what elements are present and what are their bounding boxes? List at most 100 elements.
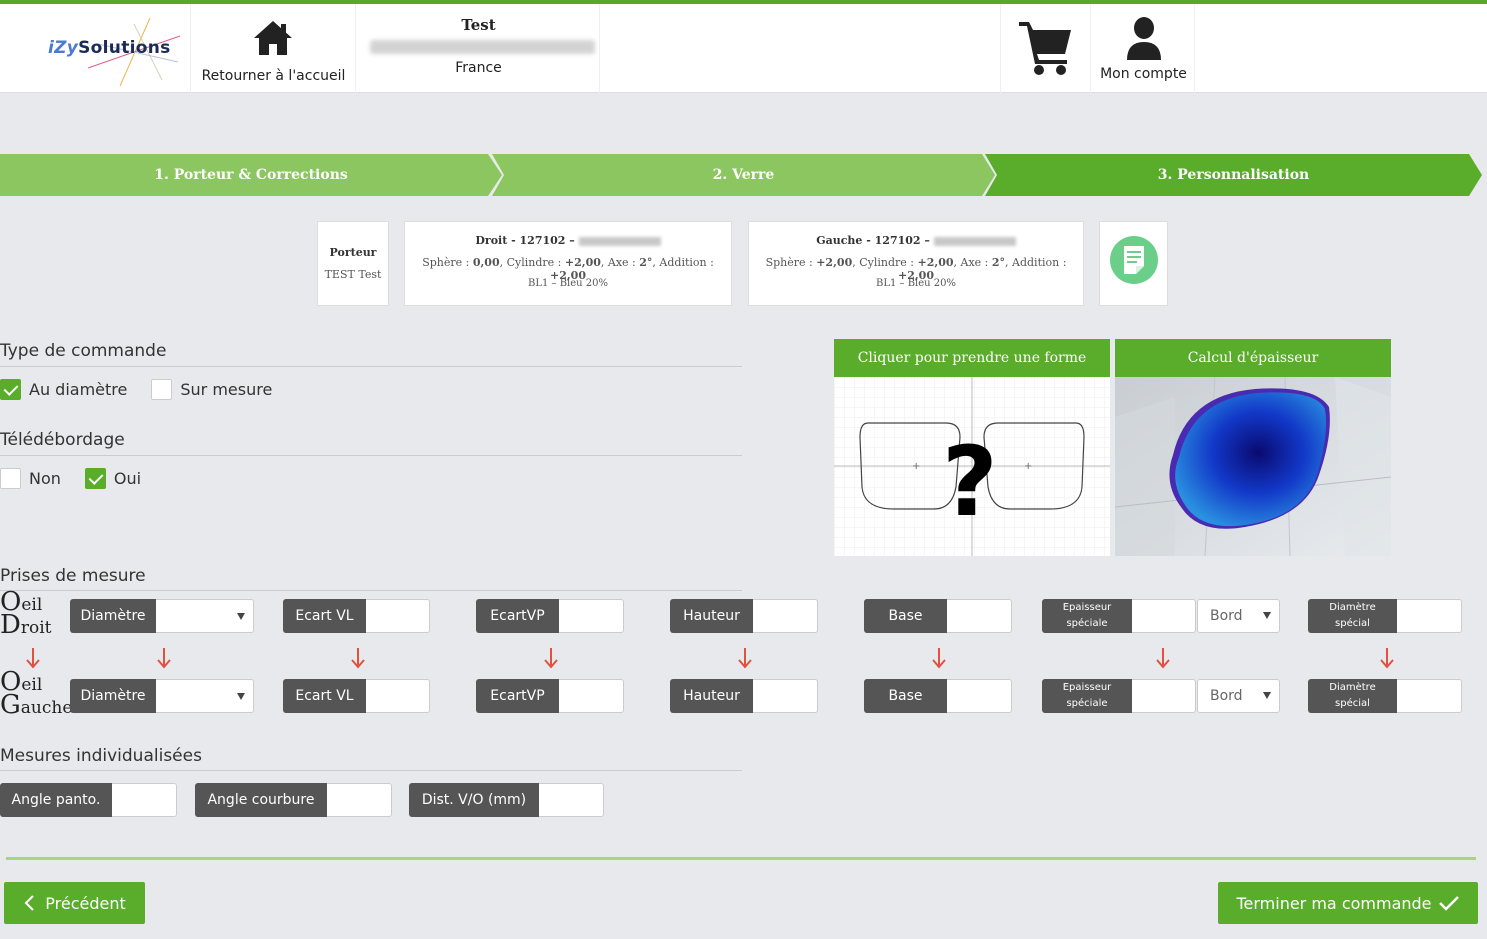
right-special-diameter-input[interactable] [1397, 599, 1462, 633]
progress-steps: 1. Porteur & Corrections 2. Verre 3. Per… [0, 154, 1487, 196]
home-link[interactable]: Retourner à l'accueil [190, 4, 355, 93]
frame-shape-panel[interactable]: Cliquer pour prendre une forme + + ? [834, 339, 1110, 556]
thickness-preview[interactable] [1115, 377, 1391, 556]
user-icon [1127, 17, 1161, 60]
right-ecart-vl-field: Ecart VL [283, 599, 430, 633]
thickness-title: Calcul d'épaisseur [1115, 339, 1391, 377]
sur-mesure-checkbox[interactable] [151, 378, 173, 400]
base-label: Base [864, 679, 947, 713]
letter-rest: eil [21, 675, 43, 695]
left-special-thickness-input[interactable] [1132, 679, 1196, 713]
right-eye-label: Oeil Droit [0, 589, 52, 640]
left-eye-label: Oeil Gauche [0, 669, 72, 718]
ecart-vp-label: EcartVP [476, 679, 559, 713]
left-special-diameter-input[interactable] [1397, 679, 1462, 713]
order-type-title: Type de commande [0, 341, 167, 361]
left-eye-title: Gauche - 127102 – [749, 234, 1083, 247]
left-ecart-vp-input[interactable] [559, 679, 624, 713]
non-checkbox[interactable] [0, 467, 21, 489]
right-eye-lens: BL1 – Bleu 20% [527, 278, 609, 289]
right-eye-title-text: Droit - 127102 – [475, 234, 575, 247]
footer-divider [6, 857, 1476, 860]
angle-courbure-input[interactable] [327, 783, 392, 817]
left-ecart-vl-field: Ecart VL [283, 679, 430, 713]
account-label: Mon compte [1100, 66, 1187, 82]
left-special-thickness-field: Epaisseur spéciale [1042, 679, 1196, 713]
cylinder-label: , Cylindre : [499, 256, 565, 269]
arrow-down-icon [26, 648, 40, 669]
step-porteur-corrections[interactable]: 1. Porteur & Corrections [0, 154, 502, 196]
left-diameter-select[interactable] [156, 679, 254, 713]
letter: D [0, 610, 21, 640]
frame-shape-preview[interactable]: + + ? [834, 377, 1110, 556]
chevron-down-icon [237, 613, 245, 620]
notes-card[interactable] [1099, 221, 1168, 306]
cylinder-value: +2,00 [917, 256, 954, 269]
sphere-value: +2,00 [816, 256, 853, 269]
left-height-input[interactable] [753, 679, 818, 713]
right-ecart-vl-input[interactable] [366, 599, 430, 633]
account-button[interactable]: Mon compte [1090, 4, 1195, 93]
dist-vo-label: Dist. V/O (mm) [409, 783, 539, 817]
left-height-field: Hauteur [670, 679, 818, 713]
right-special-thickness-input[interactable] [1132, 599, 1196, 633]
left-ecart-vl-input[interactable] [366, 679, 430, 713]
cylinder-label: , Cylindre : [852, 256, 918, 269]
right-bord-select[interactable]: Bord [1197, 599, 1280, 633]
base-label: Base [864, 599, 947, 633]
sphere-label: Sphère : [422, 256, 473, 269]
store-info: Test France [355, 4, 600, 93]
label-line: Epaisseur [1062, 602, 1112, 613]
lens-3d-icon [1115, 377, 1391, 556]
arrow-down-icon [351, 648, 365, 669]
right-base-input[interactable] [947, 599, 1012, 633]
note-icon [1124, 246, 1144, 274]
non-label: Non [29, 468, 61, 488]
letter-rest: eil [21, 595, 43, 615]
right-base-field: Base [864, 599, 1012, 633]
right-eye-card: Droit - 127102 – Sphère : 0,00, Cylindre… [404, 221, 732, 306]
angle-panto-input[interactable] [112, 783, 177, 817]
left-eye-title-text: Gauche - 127102 – [816, 234, 930, 247]
sphere-label: Sphère : [765, 256, 817, 269]
right-height-field: Hauteur [670, 599, 818, 633]
left-eye-card: Gauche - 127102 – Sphère : +2,00, Cylind… [748, 221, 1084, 306]
frame-shape-title: Cliquer pour prendre une forme [834, 339, 1110, 377]
redacted-text [578, 236, 661, 246]
finish-order-label: Terminer ma commande [1236, 893, 1432, 913]
bord-value: Bord [1210, 608, 1243, 624]
dist-vo-input[interactable] [539, 783, 604, 817]
sur-mesure-label: Sur mesure [180, 379, 273, 399]
oui-label: Oui [113, 468, 142, 488]
arrow-down-icon [1156, 648, 1170, 669]
cart-button[interactable] [1000, 4, 1090, 93]
right-ecart-vp-input[interactable] [559, 599, 624, 633]
arrow-down-icon [1380, 648, 1394, 669]
left-bord-select[interactable]: Bord [1197, 679, 1280, 713]
order-type-options: Au diamètre Sur mesure [0, 377, 272, 401]
logo[interactable]: iZySolutions [38, 14, 188, 88]
au-diametre-checkbox[interactable] [0, 378, 21, 400]
oui-checkbox[interactable] [84, 467, 106, 489]
thickness-panel[interactable]: Calcul d'épaisseur [1115, 339, 1391, 556]
label-line: spécial [1335, 618, 1370, 629]
right-special-diameter-field: Diamètre spécial [1308, 599, 1462, 633]
store-name: Test [461, 16, 496, 34]
previous-label: Précédent [45, 893, 126, 913]
store-address-redacted [370, 40, 595, 54]
porteur-name: TEST Test [324, 268, 382, 281]
step-personnalisation[interactable]: 3. Personnalisation [985, 154, 1482, 196]
right-eye-title: Droit - 127102 – [405, 234, 731, 247]
chevron-down-icon [1263, 692, 1271, 699]
diameter-label: Diamètre [70, 599, 156, 633]
teledebordage-title: Télédébordage [0, 430, 125, 450]
previous-button[interactable]: Précédent [4, 882, 145, 924]
right-diameter-select[interactable] [156, 599, 254, 633]
left-base-field: Base [864, 679, 1012, 713]
finish-order-button[interactable]: Terminer ma commande [1218, 882, 1478, 924]
left-base-input[interactable] [947, 679, 1012, 713]
axis-label: , Axe : [953, 256, 992, 269]
left-diameter-field: Diamètre [70, 679, 254, 713]
right-height-input[interactable] [753, 599, 818, 633]
step-verre[interactable]: 2. Verre [492, 154, 995, 196]
